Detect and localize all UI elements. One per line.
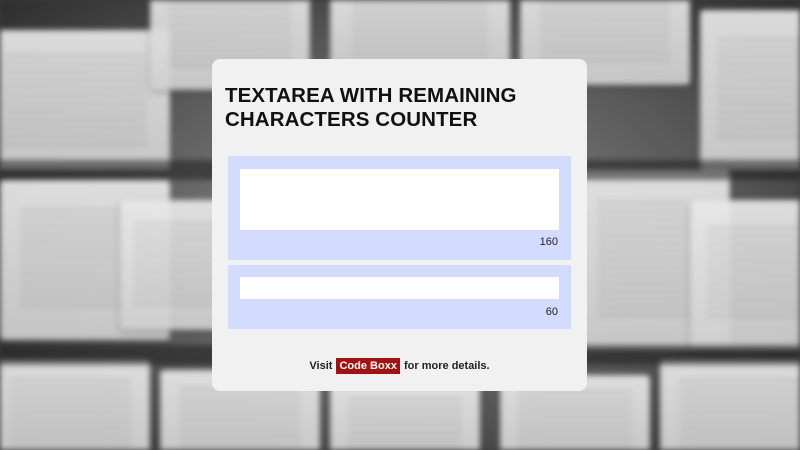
input-panel: 60 <box>228 265 571 329</box>
footer-note: Visit Code Boxx for more details. <box>212 358 587 374</box>
page-title: TEXTAREA WITH REMAINING CHARACTERS COUNT… <box>225 84 517 131</box>
textarea-remaining-counter: 160 <box>539 236 558 248</box>
main-card: TEXTAREA WITH REMAINING CHARACTERS COUNT… <box>212 59 587 391</box>
footer-suffix: for more details. <box>404 360 490 372</box>
code-boxx-link[interactable]: Code Boxx <box>336 358 400 374</box>
textarea-panel: 160 <box>228 156 571 260</box>
footer-prefix: Visit <box>309 360 333 372</box>
text-input-field[interactable] <box>240 277 559 299</box>
input-remaining-counter: 60 <box>545 306 558 318</box>
message-textarea[interactable] <box>240 169 559 230</box>
